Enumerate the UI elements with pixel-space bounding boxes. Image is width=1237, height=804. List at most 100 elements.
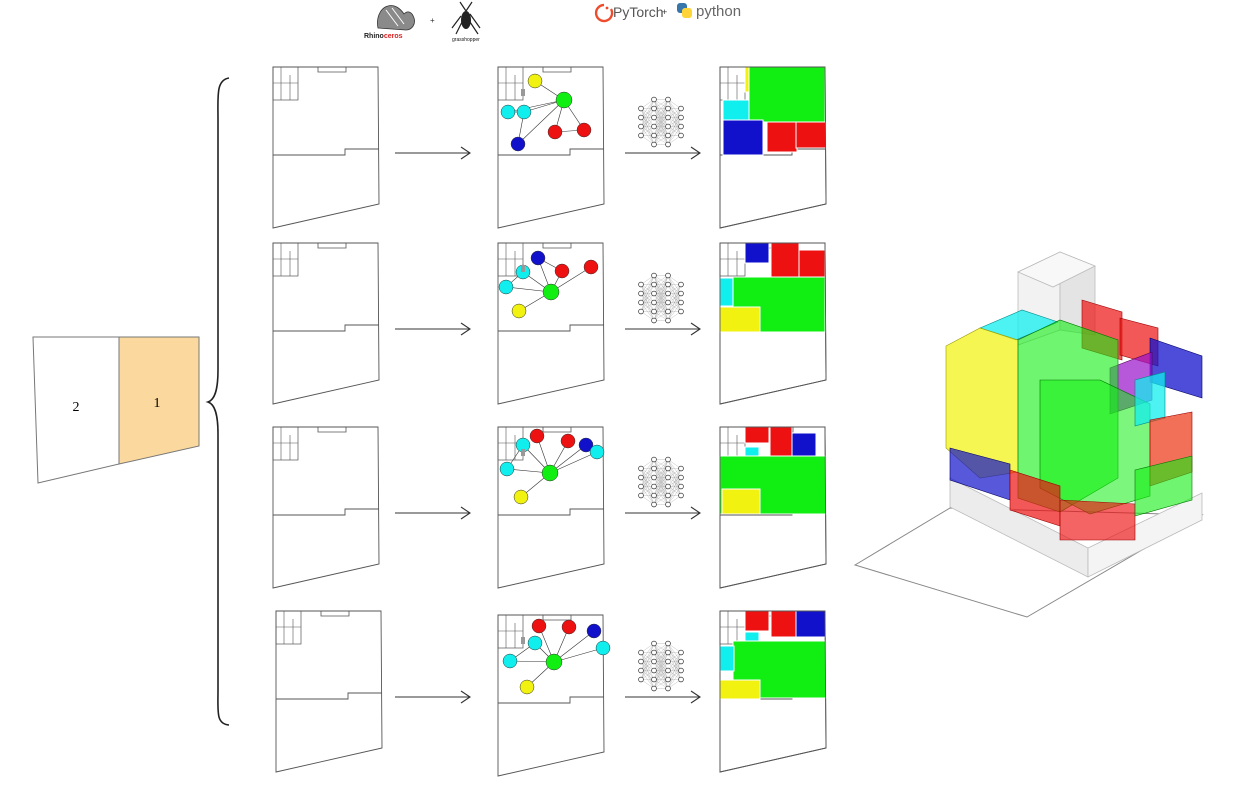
- service-node: [498, 279, 514, 295]
- nn-edge: [640, 459, 655, 487]
- nn-node: [665, 299, 671, 306]
- brace-icon: [205, 77, 230, 726]
- nn-node: [651, 465, 657, 472]
- bedroom-room: [766, 121, 798, 153]
- living-room: [748, 66, 826, 123]
- nn-node: [651, 281, 657, 288]
- nn-node: [651, 649, 657, 656]
- nn-node: [678, 465, 684, 472]
- nn-node: [665, 290, 671, 297]
- service-node: [595, 640, 611, 656]
- bedroom-room: [798, 249, 826, 282]
- nn-edge: [667, 293, 682, 321]
- nn-node: [638, 483, 644, 490]
- bedroom-node: [547, 124, 563, 140]
- nn-node: [665, 272, 671, 279]
- nn-node: [678, 667, 684, 674]
- nn-node: [678, 281, 684, 288]
- nn-node: [651, 685, 657, 692]
- nn-node: [651, 317, 657, 324]
- bedroom-room: [744, 610, 770, 632]
- nn-edge: [667, 661, 682, 689]
- service-node: [500, 104, 516, 120]
- nn-node: [665, 640, 671, 647]
- bedroom-node: [561, 619, 577, 635]
- nn-node: [678, 676, 684, 683]
- nn-node: [665, 465, 671, 472]
- nn-node: [651, 141, 657, 148]
- workflow-row: [272, 242, 827, 405]
- bedroom-node: [554, 263, 570, 279]
- nn-node: [638, 492, 644, 499]
- nn-node: [678, 308, 684, 315]
- service-node: [527, 635, 543, 651]
- plot-outline: [272, 242, 380, 405]
- rhino-icon: [377, 5, 415, 31]
- entry-node: [519, 679, 535, 695]
- nn-node: [638, 132, 644, 139]
- nn-node: [678, 492, 684, 499]
- nn-node: [638, 299, 644, 306]
- bath-room: [795, 610, 827, 638]
- pytorch-icon: [594, 3, 614, 23]
- nn-node: [651, 272, 657, 279]
- bedroom-room: [795, 121, 827, 149]
- nn-node: [651, 114, 657, 121]
- nn-node: [651, 492, 657, 499]
- nn-node: [651, 658, 657, 665]
- entry-room: [719, 679, 761, 700]
- door-marker: [521, 265, 525, 272]
- nn-node: [651, 132, 657, 139]
- door-marker: [521, 89, 525, 96]
- nn-node: [665, 456, 671, 463]
- nn-node: [665, 141, 671, 148]
- service-node: [502, 653, 518, 669]
- bedroom-room: [770, 242, 800, 282]
- nn-edge: [640, 643, 655, 671]
- nn-node: [651, 123, 657, 130]
- service-node: [516, 104, 532, 120]
- nn-node: [665, 492, 671, 499]
- nn-node: [665, 474, 671, 481]
- plot-2-label: 2: [73, 400, 80, 415]
- entry-room: [719, 306, 761, 333]
- nn-node: [638, 676, 644, 683]
- nn-node: [638, 308, 644, 315]
- nn-node: [665, 96, 671, 103]
- bedroom-node: [576, 122, 592, 138]
- nn-node: [665, 123, 671, 130]
- nn-node: [665, 658, 671, 665]
- plot-1-label: 1: [154, 396, 161, 411]
- nn-node: [651, 640, 657, 647]
- rows: [272, 66, 827, 777]
- living-node: [541, 464, 559, 482]
- bath-node: [530, 250, 546, 266]
- nn-node: [651, 483, 657, 490]
- nn-node: [651, 299, 657, 306]
- nn-node: [638, 649, 644, 656]
- plot-outline: [497, 614, 605, 777]
- nn-node: [678, 123, 684, 130]
- nn-edge: [667, 477, 682, 505]
- nn-node: [665, 667, 671, 674]
- door-marker: [521, 449, 525, 456]
- grasshopper-icon: [451, 1, 481, 35]
- service-room: [722, 99, 752, 121]
- living-node: [545, 653, 563, 671]
- nn-node: [638, 658, 644, 665]
- nn-node: [651, 105, 657, 112]
- nn-node: [665, 281, 671, 288]
- nn-node: [678, 290, 684, 297]
- massing-model: [853, 251, 1204, 618]
- nn-node: [678, 114, 684, 121]
- diagram-canvas: 2 1: [32, 1, 1204, 777]
- bedroom-room: [770, 610, 797, 638]
- bath-node: [586, 623, 602, 639]
- nn-node: [651, 308, 657, 315]
- site-plan: 2 1: [32, 336, 200, 484]
- workflow-row: [272, 66, 827, 229]
- nn-node: [678, 474, 684, 481]
- entry-room: [721, 488, 761, 515]
- nn-node: [638, 281, 644, 288]
- nn-node: [638, 123, 644, 130]
